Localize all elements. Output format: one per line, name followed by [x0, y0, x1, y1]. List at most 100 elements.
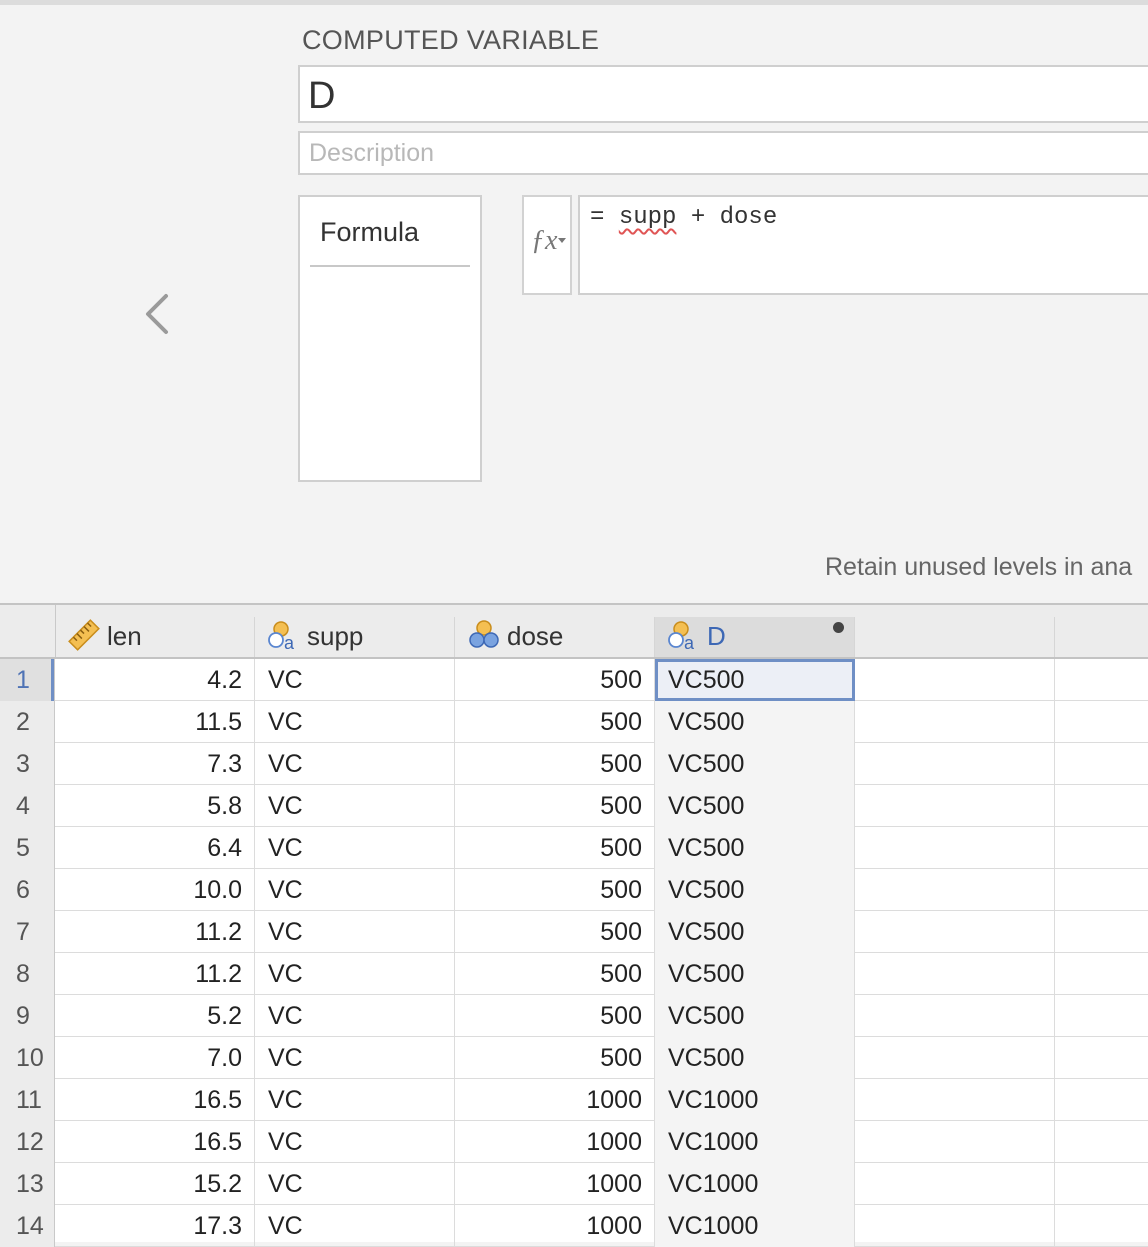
cell-len[interactable]: 11.5	[55, 701, 255, 743]
cell-D[interactable]: VC500	[655, 743, 855, 785]
cell-len[interactable]: 10.0	[55, 869, 255, 911]
cell-D[interactable]: VC500	[655, 701, 855, 743]
cell-dose[interactable]: 1000	[455, 1121, 655, 1163]
cell-dose[interactable]: 500	[455, 785, 655, 827]
cell-dose[interactable]: 500	[455, 995, 655, 1037]
cell-len[interactable]: 6.4	[55, 827, 255, 869]
cell-supp[interactable]: VC	[255, 869, 455, 911]
cell-D[interactable]: VC1000	[655, 1163, 855, 1205]
column-header-supp[interactable]: a supp	[255, 617, 455, 657]
row-number[interactable]: 6	[0, 869, 55, 911]
cell-supp[interactable]: VC	[255, 1121, 455, 1163]
cell-empty[interactable]	[855, 1037, 1055, 1079]
cell-supp[interactable]: VC	[255, 1163, 455, 1205]
cell-dose[interactable]: 500	[455, 911, 655, 953]
cell-empty[interactable]	[855, 911, 1055, 953]
row-number[interactable]: 4	[0, 785, 55, 827]
row-number[interactable]: 10	[0, 1037, 55, 1079]
cell-D[interactable]: VC500	[655, 1037, 855, 1079]
cell-empty[interactable]	[855, 701, 1055, 743]
formula-rest: + dose	[676, 204, 778, 231]
cell-supp[interactable]: VC	[255, 953, 455, 995]
formula-field[interactable]: = supp + dose	[578, 195, 1148, 295]
cell-len[interactable]: 15.2	[55, 1163, 255, 1205]
cell-dose[interactable]: 500	[455, 869, 655, 911]
cell-len[interactable]: 4.2	[55, 659, 255, 701]
cell-D[interactable]: VC1000	[655, 1121, 855, 1163]
cell-D[interactable]: VC500	[655, 785, 855, 827]
cell-empty[interactable]	[855, 869, 1055, 911]
cell-supp[interactable]: VC	[255, 1205, 455, 1247]
row-number[interactable]: 13	[0, 1163, 55, 1205]
row-number[interactable]: 14	[0, 1205, 55, 1247]
row-number[interactable]: 11	[0, 1079, 55, 1121]
cell-empty[interactable]	[855, 995, 1055, 1037]
chevron-down-icon	[558, 238, 566, 243]
cell-len[interactable]: 5.2	[55, 995, 255, 1037]
cell-supp[interactable]: VC	[255, 1037, 455, 1079]
cell-empty[interactable]	[855, 743, 1055, 785]
cell-dose[interactable]: 1000	[455, 1163, 655, 1205]
cell-dose[interactable]: 500	[455, 953, 655, 995]
row-number[interactable]: 3	[0, 743, 55, 785]
cell-empty[interactable]	[855, 1163, 1055, 1205]
cell-supp[interactable]: VC	[255, 995, 455, 1037]
cell-D[interactable]: VC500	[655, 659, 855, 701]
cell-D[interactable]: VC500	[655, 911, 855, 953]
cell-supp[interactable]: VC	[255, 1079, 455, 1121]
cell-empty[interactable]	[855, 1079, 1055, 1121]
cell-len[interactable]: 16.5	[55, 1121, 255, 1163]
cell-empty[interactable]	[855, 1205, 1055, 1247]
row-number[interactable]: 12	[0, 1121, 55, 1163]
cell-D[interactable]: VC500	[655, 953, 855, 995]
table-row: 1 4.2 VC 500 VC500	[0, 659, 1148, 701]
cell-D[interactable]: VC1000	[655, 1079, 855, 1121]
cell-supp[interactable]: VC	[255, 911, 455, 953]
cell-D[interactable]: VC500	[655, 869, 855, 911]
cell-supp[interactable]: VC	[255, 785, 455, 827]
chevron-left-icon[interactable]	[140, 290, 176, 338]
cell-supp[interactable]: VC	[255, 659, 455, 701]
cell-D[interactable]: VC1000	[655, 1205, 855, 1247]
cell-dose[interactable]: 500	[455, 827, 655, 869]
cell-supp[interactable]: VC	[255, 743, 455, 785]
row-number[interactable]: 9	[0, 995, 55, 1037]
row-number[interactable]: 1	[0, 659, 55, 701]
cell-len[interactable]: 7.3	[55, 743, 255, 785]
cell-dose[interactable]: 500	[455, 743, 655, 785]
cell-len[interactable]: 11.2	[55, 953, 255, 995]
function-picker-button[interactable]: ƒx	[522, 195, 572, 295]
row-number[interactable]: 8	[0, 953, 55, 995]
cell-len[interactable]: 7.0	[55, 1037, 255, 1079]
table-row: 8 11.2 VC 500 VC500	[0, 953, 1148, 995]
cell-len[interactable]: 5.8	[55, 785, 255, 827]
column-header-D[interactable]: a D	[655, 617, 855, 657]
variable-name-field[interactable]: D	[298, 65, 1148, 123]
cell-len[interactable]: 11.2	[55, 911, 255, 953]
cell-D[interactable]: VC500	[655, 827, 855, 869]
cell-empty[interactable]	[855, 785, 1055, 827]
cell-dose[interactable]: 500	[455, 701, 655, 743]
description-field[interactable]: Description	[298, 131, 1148, 175]
cell-dose[interactable]: 1000	[455, 1205, 655, 1247]
cell-dose[interactable]: 1000	[455, 1079, 655, 1121]
cell-dose[interactable]: 500	[455, 659, 655, 701]
column-label: supp	[307, 621, 364, 651]
row-number[interactable]: 2	[0, 701, 55, 743]
cell-len[interactable]: 16.5	[55, 1079, 255, 1121]
cell-empty[interactable]	[855, 659, 1055, 701]
row-number[interactable]: 5	[0, 827, 55, 869]
formula-tab[interactable]: Formula	[320, 217, 419, 248]
cell-supp[interactable]: VC	[255, 827, 455, 869]
cell-D[interactable]: VC500	[655, 995, 855, 1037]
cell-len[interactable]: 17.3	[55, 1205, 255, 1247]
column-header-dose[interactable]: dose	[455, 617, 655, 657]
cell-empty[interactable]	[855, 827, 1055, 869]
column-header-empty[interactable]	[855, 617, 1055, 657]
cell-supp[interactable]: VC	[255, 701, 455, 743]
cell-empty[interactable]	[855, 1121, 1055, 1163]
column-header-len[interactable]: len	[55, 617, 255, 657]
cell-dose[interactable]: 500	[455, 1037, 655, 1079]
cell-empty[interactable]	[855, 953, 1055, 995]
row-number[interactable]: 7	[0, 911, 55, 953]
